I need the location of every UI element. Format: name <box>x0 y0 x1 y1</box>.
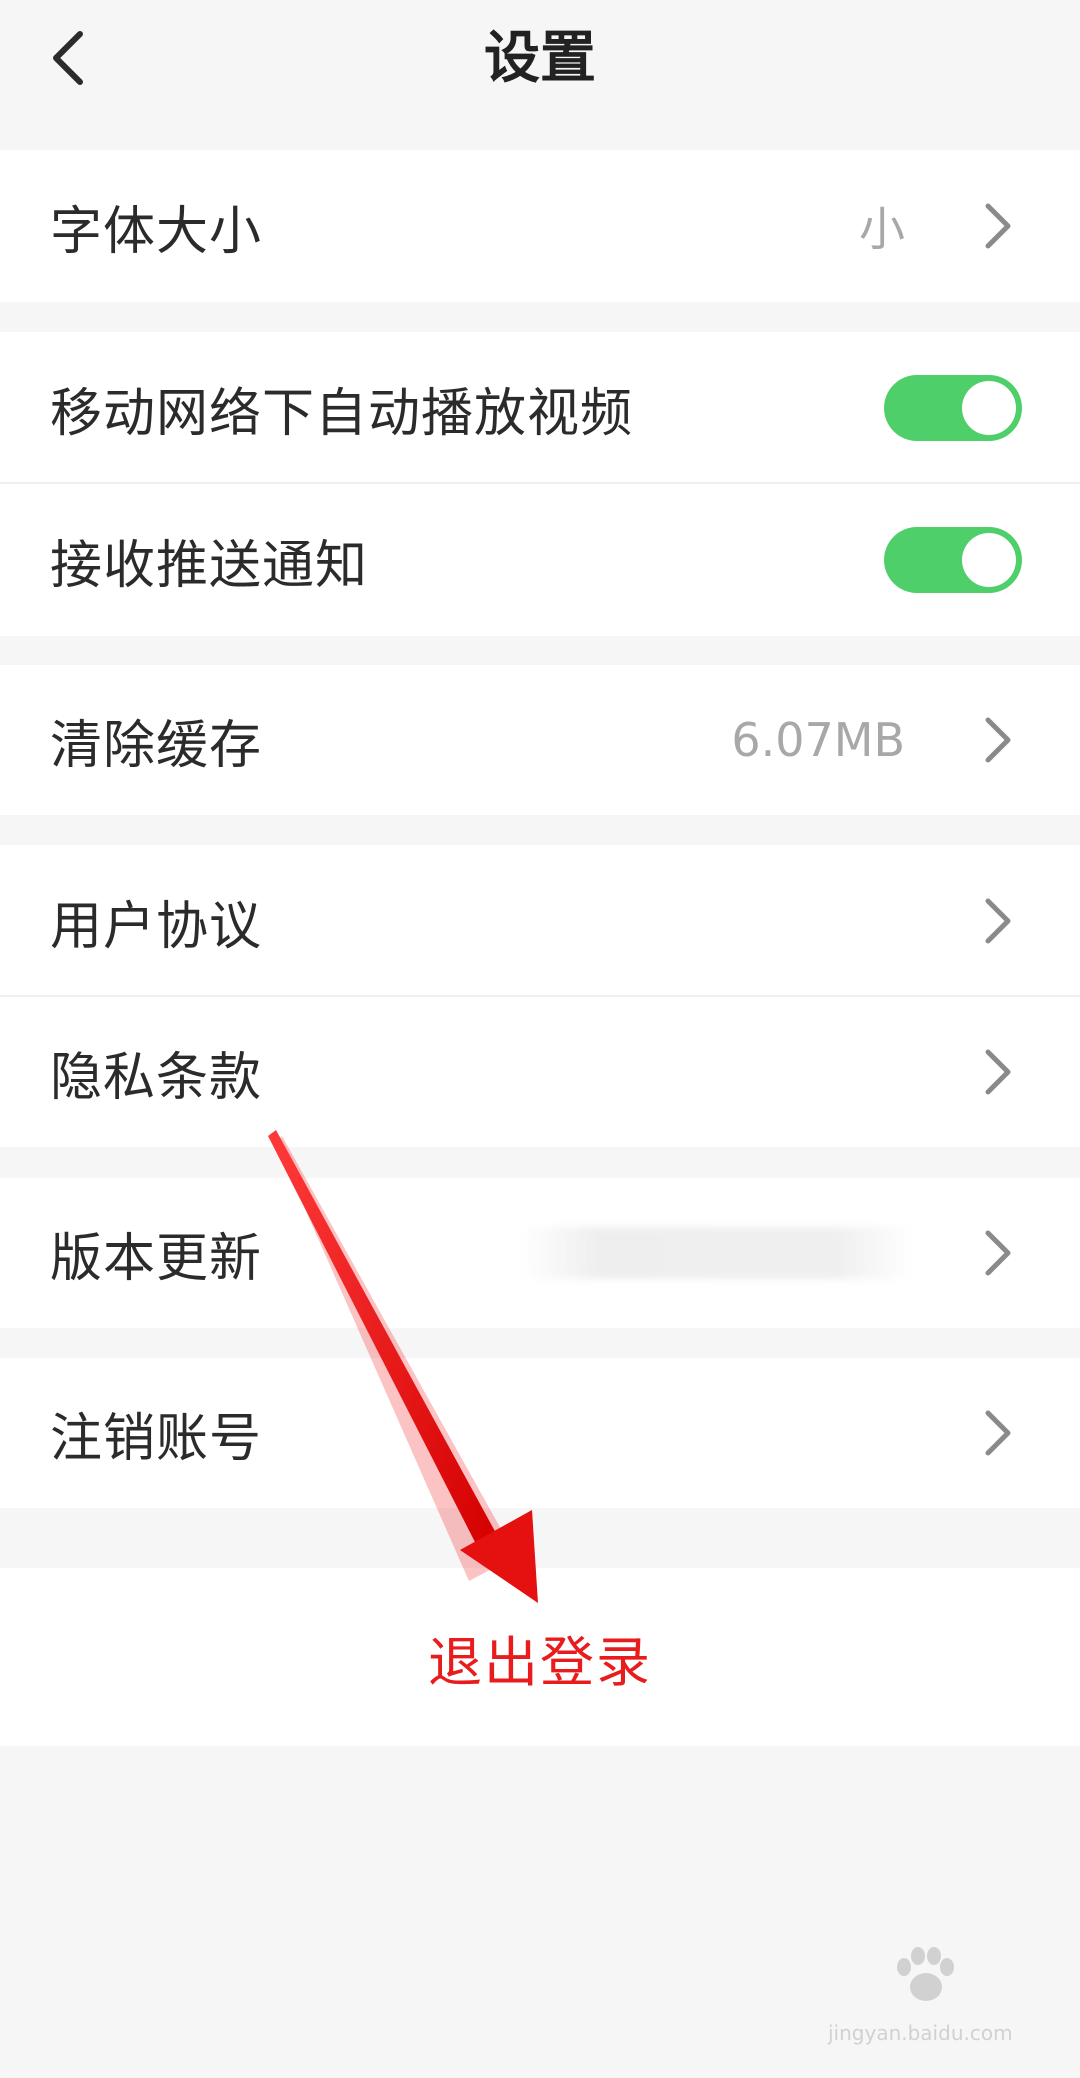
toggle-knob <box>962 381 1016 435</box>
toggle-knob <box>962 533 1016 587</box>
chevron-right-icon <box>985 898 1011 944</box>
delete-account-row[interactable]: 注销账号 <box>0 1358 1080 1508</box>
user-agreement-label: 用户协议 <box>50 896 263 957</box>
baidu-jingyan-watermark: jingyan.baidu.com <box>820 1947 1030 2065</box>
privacy-terms-label: 隐私条款 <box>50 1047 263 1108</box>
privacy-terms-row[interactable]: 隐私条款 <box>0 997 1080 1147</box>
logout-label: 退出登录 <box>428 1630 652 1694</box>
version-update-row[interactable]: 版本更新 <box>0 1178 1080 1328</box>
blurred-version-info <box>520 1227 915 1279</box>
autoplay-video-label: 移动网络下自动播放视频 <box>50 383 634 444</box>
delete-account-label: 注销账号 <box>50 1408 263 1469</box>
push-notifications-label: 接收推送通知 <box>50 535 369 596</box>
paw-icon <box>897 1947 954 2001</box>
autoplay-video-toggle[interactable] <box>884 375 1022 441</box>
push-notifications-toggle[interactable] <box>884 527 1022 593</box>
push-notifications-row: 接收推送通知 <box>0 484 1080 636</box>
clear-cache-row[interactable]: 清除缓存 6.07MB <box>0 665 1080 815</box>
chevron-right-icon <box>985 717 1011 763</box>
user-agreement-row[interactable]: 用户协议 <box>0 845 1080 997</box>
font-size-label: 字体大小 <box>50 201 263 262</box>
version-update-label: 版本更新 <box>50 1228 263 1289</box>
font-size-row[interactable]: 字体大小 小 <box>0 150 1080 302</box>
watermark-url: jingyan.baidu.com <box>828 2021 1013 2045</box>
cache-size-value: 6.07MB <box>731 713 905 767</box>
page-title: 设置 <box>484 25 596 91</box>
chevron-right-icon <box>985 203 1011 249</box>
chevron-right-icon <box>985 1410 1011 1456</box>
chevron-right-icon <box>985 1049 1011 1095</box>
chevron-right-icon <box>985 1230 1011 1276</box>
clear-cache-label: 清除缓存 <box>50 715 263 776</box>
logout-button[interactable]: 退出登录 <box>0 1568 1080 1746</box>
top-bar: 设置 <box>0 0 1080 150</box>
autoplay-video-row: 移动网络下自动播放视频 <box>0 332 1080 484</box>
font-size-value: 小 <box>859 202 905 256</box>
